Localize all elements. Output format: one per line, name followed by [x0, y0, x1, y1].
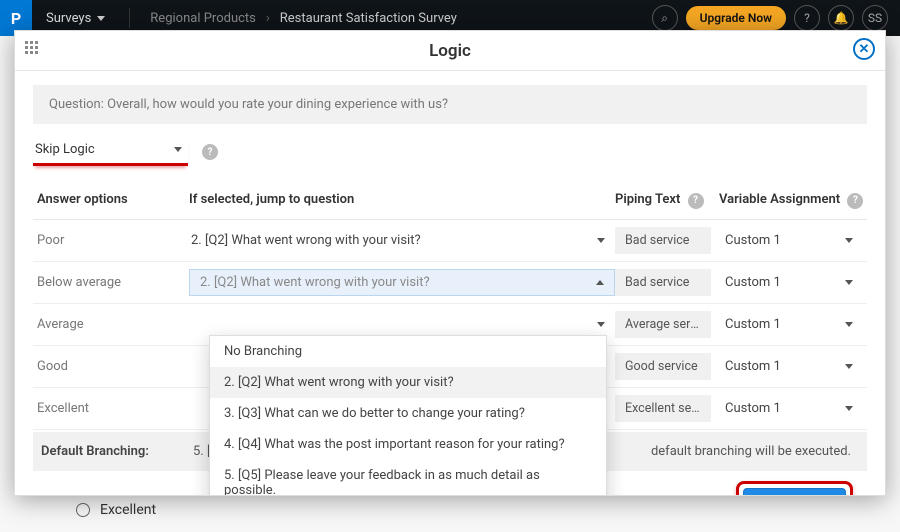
- question-banner: Question: Overall, how would you rate yo…: [33, 85, 867, 124]
- help-icon[interactable]: ?: [688, 193, 704, 209]
- logic-row-poor: Poor 2. [Q2] What went wrong with your v…: [33, 220, 867, 262]
- dropdown-item-q2[interactable]: 2. [Q2] What went wrong with your visit?: [210, 367, 606, 398]
- chevron-down-icon: [597, 322, 605, 327]
- question-prefix: Question:: [49, 97, 107, 112]
- breadcrumb-current: Restaurant Satisfaction Survey: [270, 11, 467, 26]
- col-header-answer: Answer options: [33, 192, 189, 209]
- piping-text-input[interactable]: Bad service: [615, 227, 711, 254]
- variable-select[interactable]: Custom 1: [719, 397, 859, 420]
- close-icon[interactable]: ✕: [853, 38, 875, 60]
- help-icon[interactable]: ?: [794, 5, 820, 31]
- piping-text-input[interactable]: Excellent service: [615, 395, 711, 422]
- help-icon[interactable]: ?: [202, 144, 218, 160]
- dropdown-item-q4[interactable]: 4. [Q4] What was the post important reas…: [210, 429, 606, 460]
- variable-select[interactable]: Custom 1: [719, 313, 859, 336]
- surveys-menu[interactable]: Surveys: [32, 11, 119, 26]
- chevron-up-icon: [596, 280, 604, 285]
- answer-label: Excellent: [33, 401, 189, 416]
- chevron-down-icon: [174, 147, 182, 152]
- jump-select-open[interactable]: 2. [Q2] What went wrong with your visit?: [189, 269, 615, 296]
- default-branching-label: Default Branching:: [41, 444, 193, 459]
- modal-header: Logic ✕: [15, 31, 885, 71]
- avatar[interactable]: SS: [862, 5, 888, 31]
- answer-label: Average: [33, 317, 189, 332]
- dropdown-item-no-branching[interactable]: No Branching: [210, 336, 606, 367]
- app-backdrop: P Surveys Regional Products › Restaurant…: [0, 0, 900, 532]
- logic-row-below-average: Below average 2. [Q2] What went wrong wi…: [33, 262, 867, 304]
- save-highlight-box: Save Logic: [736, 481, 853, 496]
- save-logic-button[interactable]: Save Logic: [743, 488, 846, 496]
- col-header-jump: If selected, jump to question: [189, 192, 615, 209]
- variable-select[interactable]: Custom 1: [719, 271, 859, 294]
- logic-type-label: Skip Logic: [35, 142, 95, 157]
- question-text: Overall, how would you rate your dining …: [107, 97, 448, 112]
- chevron-down-icon: [597, 238, 605, 243]
- chevron-down-icon: [845, 406, 853, 411]
- jump-select[interactable]: 2. [Q2] What went wrong with your visit?: [189, 229, 615, 252]
- help-icon[interactable]: ?: [847, 193, 863, 209]
- variable-select[interactable]: Custom 1: [719, 355, 859, 378]
- chevron-down-icon: [845, 280, 853, 285]
- jump-select[interactable]: [189, 318, 615, 331]
- answer-label: Poor: [33, 233, 189, 248]
- dropdown-item-q3[interactable]: 3. [Q3] What can we do better to change …: [210, 398, 606, 429]
- variable-select[interactable]: Custom 1: [719, 229, 859, 252]
- piping-text-input[interactable]: Good service: [615, 353, 711, 380]
- logic-type-select[interactable]: Skip Logic: [33, 138, 188, 166]
- logic-modal: Logic ✕ Question: Overall, how would you…: [14, 30, 886, 496]
- jump-value: 2. [Q2] What went wrong with your visit?: [191, 233, 421, 248]
- dropdown-item-q5[interactable]: 5. [Q5] Please leave your feedback in as…: [210, 460, 606, 495]
- survey-option-excellent[interactable]: Excellent: [76, 502, 156, 518]
- modal-body: Question: Overall, how would you rate yo…: [15, 71, 885, 495]
- chevron-down-icon: [845, 364, 853, 369]
- col-header-pipe: Piping Text ?: [615, 192, 719, 209]
- breadcrumb-parent[interactable]: Regional Products: [140, 11, 266, 26]
- upgrade-button[interactable]: Upgrade Now: [686, 6, 786, 30]
- survey-option-label: Excellent: [100, 502, 156, 518]
- chevron-down-icon: [97, 16, 105, 21]
- piping-text-input[interactable]: Average service: [615, 311, 711, 338]
- jump-value: 2. [Q2] What went wrong with your visit?: [200, 275, 430, 290]
- radio-icon: [76, 503, 90, 517]
- answer-label: Below average: [33, 275, 189, 290]
- piping-text-input[interactable]: Bad service: [615, 269, 711, 296]
- jump-dropdown-menu: No Branching 2. [Q2] What went wrong wit…: [209, 335, 607, 495]
- modal-title: Logic: [429, 41, 471, 61]
- search-icon[interactable]: ⌕: [652, 5, 678, 31]
- col-header-variable: Variable Assignment ?: [719, 192, 867, 209]
- notifications-icon[interactable]: 🔔: [828, 5, 854, 31]
- chevron-down-icon: [845, 238, 853, 243]
- chevron-down-icon: [845, 322, 853, 327]
- drag-handle-icon[interactable]: [25, 41, 39, 55]
- answer-label: Good: [33, 359, 189, 374]
- surveys-menu-label: Surveys: [46, 11, 91, 26]
- reset-logic-link[interactable]: Reset Logic: [642, 489, 730, 495]
